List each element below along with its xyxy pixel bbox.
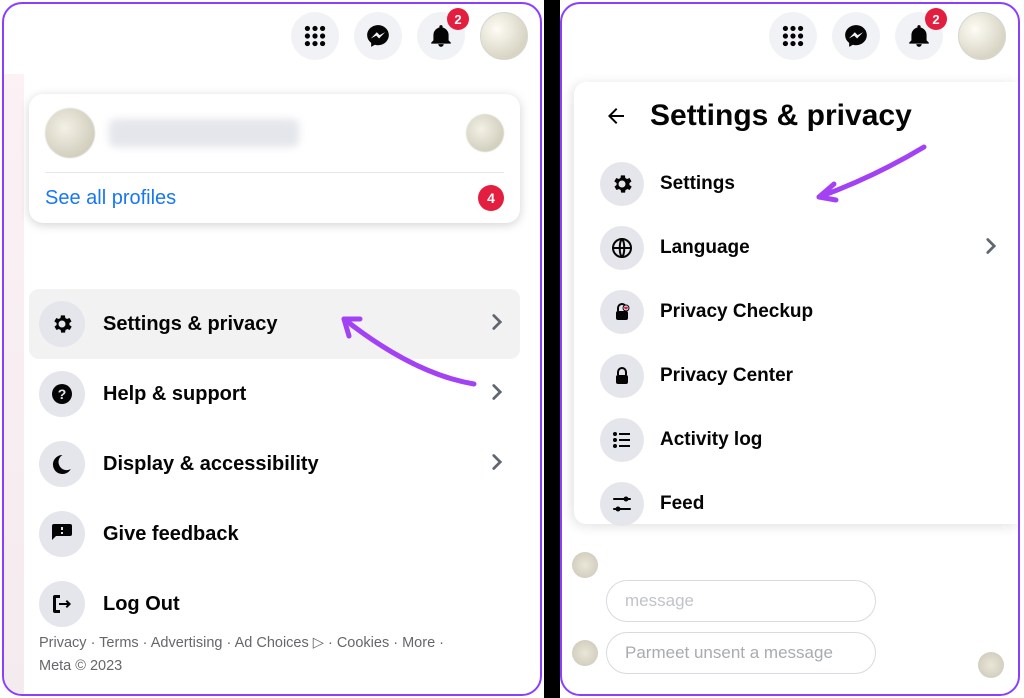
footer-more[interactable]: More bbox=[402, 635, 435, 651]
footer-advertising[interactable]: Advertising bbox=[151, 635, 223, 651]
panel-title: Settings & privacy bbox=[650, 99, 912, 133]
notifications-icon[interactable]: 2 bbox=[895, 12, 943, 60]
unsent-message-bubble: message bbox=[606, 580, 876, 622]
lock-icon bbox=[600, 354, 644, 398]
profile-card: See all profiles 4 bbox=[29, 94, 520, 223]
gear-icon bbox=[39, 301, 85, 347]
chat-avatar bbox=[572, 640, 598, 666]
notification-badge: 2 bbox=[925, 8, 947, 30]
notification-badge: 2 bbox=[447, 8, 469, 30]
item-label: Language bbox=[660, 237, 962, 259]
messenger-icon[interactable] bbox=[354, 12, 402, 60]
notifications-icon[interactable]: 2 bbox=[417, 12, 465, 60]
left-screenshot: 2 See all profiles 4 Settings & privacy … bbox=[2, 2, 542, 696]
profile-avatar[interactable] bbox=[958, 12, 1006, 60]
footer-meta: Meta © 2023 bbox=[39, 658, 122, 674]
sliders-icon bbox=[600, 482, 644, 526]
moon-icon bbox=[39, 441, 85, 487]
chat-avatar bbox=[978, 652, 1004, 678]
menu-label: Settings & privacy bbox=[103, 313, 466, 336]
chevron-right-icon bbox=[484, 449, 510, 480]
profile-picture bbox=[45, 108, 95, 158]
header-actions: 2 bbox=[769, 12, 1006, 60]
item-activity-log[interactable]: Activity log bbox=[592, 408, 1012, 472]
menu-label: Log Out bbox=[103, 593, 510, 616]
secondary-profile-picture bbox=[466, 114, 504, 152]
item-privacy-center[interactable]: Privacy Center bbox=[592, 344, 1012, 408]
item-language[interactable]: Language bbox=[592, 216, 1012, 280]
chevron-right-icon bbox=[484, 309, 510, 340]
unsent-message-bubble: Parmeet unsent a message bbox=[606, 632, 876, 674]
messenger-icon[interactable] bbox=[832, 12, 880, 60]
menu-give-feedback[interactable]: Give feedback bbox=[29, 499, 520, 569]
menu-label: Display & accessibility bbox=[103, 453, 466, 476]
profiles-count-badge: 4 bbox=[478, 185, 504, 211]
gear-icon bbox=[600, 162, 644, 206]
footer-privacy[interactable]: Privacy bbox=[39, 635, 87, 651]
logout-icon bbox=[39, 581, 85, 627]
feedback-icon bbox=[39, 511, 85, 557]
chevron-right-icon bbox=[978, 233, 1004, 264]
chevron-right-icon bbox=[484, 379, 510, 410]
settings-privacy-panel: Settings & privacy Settings Language Pri… bbox=[574, 82, 1018, 524]
footer-cookies[interactable]: Cookies bbox=[337, 635, 389, 651]
item-settings[interactable]: Settings bbox=[592, 152, 1012, 216]
item-label: Privacy Center bbox=[660, 365, 1004, 387]
card-divider bbox=[45, 172, 504, 173]
chat-preview: message Parmeet unsent a message bbox=[572, 570, 1000, 674]
item-privacy-checkup[interactable]: Privacy Checkup bbox=[592, 280, 1012, 344]
profile-name-redacted bbox=[109, 119, 299, 147]
item-label: Activity log bbox=[660, 429, 1004, 451]
list-icon bbox=[600, 418, 644, 462]
menu-log-out[interactable]: Log Out bbox=[29, 569, 520, 639]
see-all-profiles-link[interactable]: See all profiles bbox=[45, 187, 176, 210]
menu-help-support[interactable]: ? Help & support bbox=[29, 359, 520, 429]
right-screenshot: 2 Settings & privacy Settings Language P… bbox=[560, 2, 1020, 696]
svg-text:?: ? bbox=[58, 386, 67, 402]
background-strip bbox=[4, 74, 24, 694]
apps-grid-icon[interactable] bbox=[291, 12, 339, 60]
footer-links: Privacy · Terms · Advertising · Ad Choic… bbox=[39, 632, 515, 678]
chat-avatar bbox=[572, 552, 598, 578]
settings-list: Settings Language Privacy Checkup Privac… bbox=[592, 152, 1012, 536]
lock-heart-icon bbox=[600, 290, 644, 334]
menu-label: Help & support bbox=[103, 383, 466, 406]
profile-row[interactable] bbox=[45, 108, 504, 158]
item-label: Privacy Checkup bbox=[660, 301, 1004, 323]
item-feed[interactable]: Feed bbox=[592, 472, 1012, 536]
account-menu: Settings & privacy ? Help & support Disp… bbox=[29, 289, 520, 639]
menu-label: Give feedback bbox=[103, 523, 510, 546]
item-label: Settings bbox=[660, 173, 1004, 195]
globe-icon bbox=[600, 226, 644, 270]
menu-display-accessibility[interactable]: Display & accessibility bbox=[29, 429, 520, 499]
header-actions: 2 bbox=[291, 12, 528, 60]
pane-divider bbox=[544, 0, 560, 698]
item-label: Feed bbox=[660, 493, 1004, 515]
apps-grid-icon[interactable] bbox=[769, 12, 817, 60]
question-icon: ? bbox=[39, 371, 85, 417]
back-button[interactable] bbox=[596, 96, 636, 136]
menu-settings-privacy[interactable]: Settings & privacy bbox=[29, 289, 520, 359]
footer-ad-choices[interactable]: Ad Choices bbox=[235, 635, 309, 651]
footer-terms[interactable]: Terms bbox=[99, 635, 138, 651]
profile-avatar[interactable] bbox=[480, 12, 528, 60]
